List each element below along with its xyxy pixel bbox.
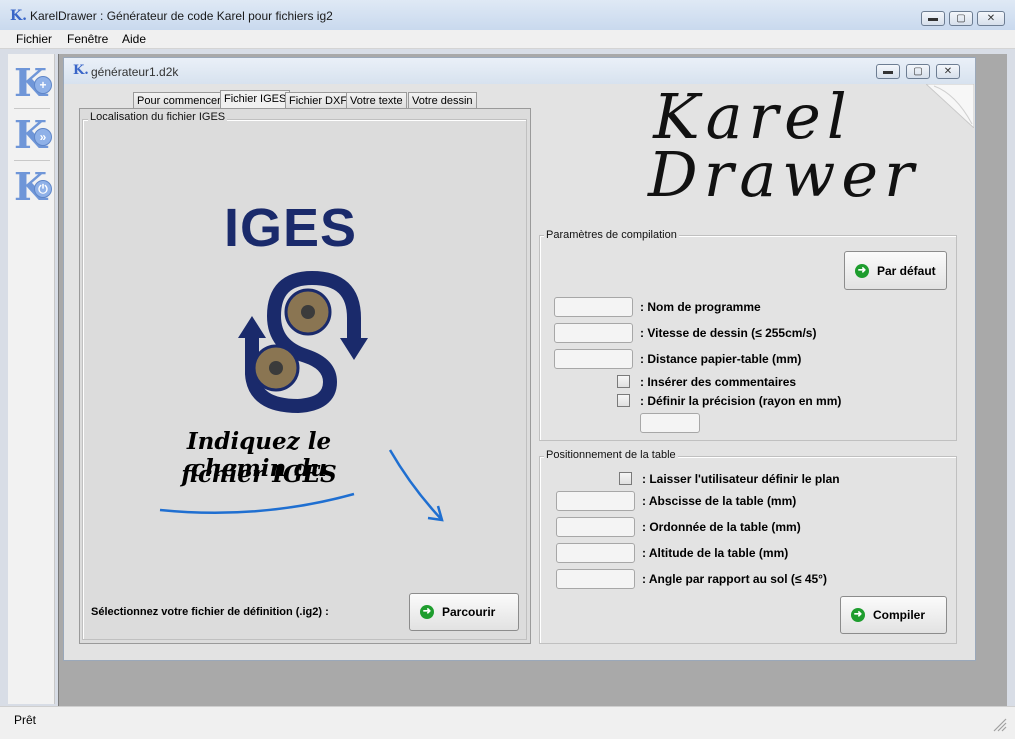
status-text: Prêt (14, 713, 37, 727)
browse-button-label: Parcourir (442, 605, 496, 619)
table-angle-label: : Angle par rapport au sol (≤ 45°) (642, 572, 827, 586)
compile-button[interactable]: ➜ Compiler (840, 596, 947, 634)
insert-comments-checkbox[interactable] (617, 375, 630, 388)
table-y-label: : Ordonnée de la table (mm) (642, 520, 801, 534)
compile-button-label: Compiler (873, 608, 926, 622)
karel-drawer-logo: Karel Drawer (648, 86, 920, 211)
minimize-button[interactable]: ▬ (921, 11, 945, 26)
table-angle-field[interactable] (556, 569, 635, 589)
drawing-speed-label: : Vitesse de dessin (≤ 255cm/s) (640, 326, 817, 340)
arrow-right-icon: ➜ (420, 605, 434, 619)
define-precision-checkbox[interactable] (617, 394, 630, 407)
tab-fichier-iges[interactable]: Fichier IGES (220, 90, 291, 109)
tab-fichier-dxf[interactable]: Fichier DXF (285, 92, 352, 108)
open-file-tool[interactable]: K » (12, 114, 52, 156)
status-bar: Prêt (0, 706, 1015, 739)
menu-fichier[interactable]: Fichier (16, 32, 52, 46)
paper-table-distance-field[interactable] (554, 349, 633, 369)
iges-group-title: Localisation du fichier IGES (88, 111, 228, 123)
resize-grip-icon[interactable] (990, 715, 1008, 733)
child-close-button[interactable]: ✕ (936, 64, 960, 79)
maximize-button[interactable]: ▢ (949, 11, 973, 26)
window-titlebar: K. KarelDrawer : Générateur de code Kare… (0, 0, 1015, 31)
window-title: KarelDrawer : Générateur de code Karel p… (30, 9, 333, 23)
page-curl-icon (926, 84, 974, 128)
child-minimize-button[interactable]: ▬ (876, 64, 900, 79)
insert-comments-label: : Insérer des commentaires (640, 375, 797, 389)
program-name-label: : Nom de programme (640, 300, 761, 314)
tab-votre-dessin[interactable]: Votre dessin (408, 92, 477, 108)
power-icon: ⏻ (34, 180, 52, 198)
define-precision-label: : Définir la précision (rayon en mm) (640, 394, 842, 408)
default-button[interactable]: ➜ Par défaut (844, 251, 947, 290)
arrow-right-icon: ➜ (855, 263, 869, 278)
table-position-group-title: Positionnement de la table (544, 449, 678, 461)
hint-decoration-icon (159, 449, 444, 522)
table-y-field[interactable] (556, 517, 635, 537)
table-altitude-field[interactable] (556, 543, 635, 563)
child-title: générateur1.d2k (91, 65, 179, 79)
menu-fenetre[interactable]: Fenêtre (67, 32, 108, 46)
child-app-icon: K. (73, 63, 89, 78)
select-file-label: Sélectionnez votre fichier de définition… (91, 606, 329, 618)
new-file-tool[interactable]: K + (12, 62, 52, 104)
plus-icon: + (34, 76, 52, 94)
paper-table-distance-label: : Distance papier-table (mm) (640, 352, 802, 366)
browse-button[interactable]: ➜ Parcourir (409, 593, 519, 631)
menu-bar: Fichier Fenêtre Aide (0, 30, 1015, 49)
quit-tool[interactable]: K ⏻ (12, 166, 52, 208)
menu-aide[interactable]: Aide (122, 32, 146, 46)
brand-line-2: Drawer (648, 138, 920, 211)
user-plane-label: : Laisser l'utilisateur définir le plan (642, 472, 840, 486)
side-toolbar: K + K » K ⏻ (8, 54, 55, 704)
tab-pour-commencer[interactable]: Pour commencer (133, 92, 225, 108)
user-plane-checkbox[interactable] (619, 472, 632, 485)
app-icon: K. (10, 8, 28, 24)
program-name-field[interactable] (554, 297, 633, 317)
toolbar-divider (14, 160, 50, 161)
table-altitude-label: : Altitude de la table (mm) (642, 546, 789, 560)
table-x-label: : Abscisse de la table (mm) (642, 494, 797, 508)
open-icon: » (34, 128, 52, 146)
default-button-label: Par défaut (877, 263, 936, 278)
tab-votre-texte[interactable]: Votre texte (346, 92, 407, 108)
precision-field[interactable] (640, 413, 700, 433)
child-maximize-button[interactable]: ▢ (906, 64, 930, 79)
drawing-speed-field[interactable] (554, 323, 633, 343)
close-button[interactable]: ✕ (977, 11, 1005, 26)
arrow-right-icon: ➜ (851, 608, 865, 622)
iges-logo-icon (238, 271, 368, 414)
table-x-field[interactable] (556, 491, 635, 511)
compilation-group-title: Paramètres de compilation (544, 229, 679, 241)
toolbar-divider (14, 108, 50, 109)
iges-logo-text: IGES (224, 198, 358, 258)
